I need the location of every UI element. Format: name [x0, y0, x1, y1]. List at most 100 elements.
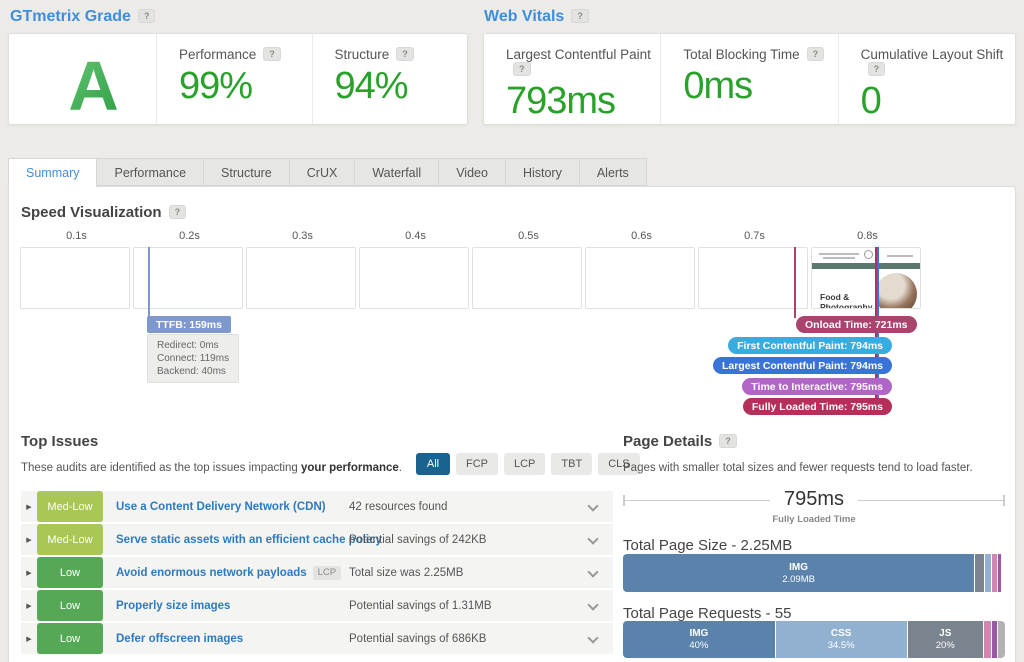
- help-icon[interactable]: ?: [868, 62, 886, 76]
- summary-panel: Speed Visualization? 0.1s 0.2s 0.3s 0.4s…: [8, 186, 1016, 662]
- help-icon[interactable]: ?: [263, 47, 281, 61]
- web-vitals-heading: Web Vitals?: [484, 8, 589, 26]
- tab-structure[interactable]: Structure: [203, 158, 289, 186]
- onload-time-badge[interactable]: Onload Time: 721ms: [796, 316, 917, 333]
- issue-title-link[interactable]: Serve static assets with an efficient ca…: [116, 534, 382, 546]
- tab-performance[interactable]: Performance: [96, 158, 203, 186]
- tab-video[interactable]: Video: [438, 158, 505, 186]
- issue-row[interactable]: ▶ Low Avoid enormous network payloads LC…: [21, 557, 613, 588]
- fully-loaded-time-label: Fully Loaded Time: [772, 514, 855, 525]
- total-page-size-title: Total Page Size - 2.25MB: [623, 537, 792, 554]
- grade-letter-cell: A: [9, 34, 156, 124]
- help-icon[interactable]: ?: [807, 47, 825, 61]
- ttfb-badge[interactable]: TTFB: 159ms: [147, 316, 231, 333]
- help-icon[interactable]: ?: [169, 205, 187, 219]
- tick-label: 0.1s: [20, 230, 133, 242]
- tab-waterfall[interactable]: Waterfall: [354, 158, 438, 186]
- lcp-label: Largest Contentful Paint: [506, 47, 651, 62]
- bar-segment: IMG2.09MB: [623, 554, 975, 592]
- issue-row[interactable]: ▶ Med-Low Use a Content Delivery Network…: [21, 491, 613, 522]
- help-icon[interactable]: ?: [138, 9, 156, 23]
- fully-loaded-time-badge[interactable]: Fully Loaded Time: 795ms: [743, 398, 892, 415]
- filmstrip-frame: [472, 247, 582, 309]
- tick-label: 0.3s: [246, 230, 359, 242]
- filter-lcp-button[interactable]: LCP: [504, 453, 545, 475]
- report-tabs: Summary Performance Structure CrUX Water…: [8, 158, 647, 187]
- severity-badge: Med-Low: [37, 491, 103, 522]
- expand-arrow-icon[interactable]: ▶: [21, 635, 37, 643]
- issue-detail: Potential savings of 242KB: [349, 534, 486, 546]
- cls-metric: Cumulative Layout Shift? 0: [838, 34, 1015, 124]
- cls-value: 0: [861, 80, 1015, 123]
- expand-arrow-icon[interactable]: ▶: [21, 503, 37, 511]
- tab-history[interactable]: History: [505, 158, 579, 186]
- onload-marker-line: [794, 247, 796, 318]
- tab-alerts[interactable]: Alerts: [579, 158, 647, 186]
- bar-segment: IMG40%: [623, 621, 776, 658]
- largest-contentful-paint-badge[interactable]: Largest Contentful Paint: 794ms: [713, 357, 892, 374]
- issue-title-link[interactable]: Properly size images: [116, 600, 230, 612]
- help-icon[interactable]: ?: [719, 434, 737, 448]
- issue-row[interactable]: ▶ Med-Low Serve static assets with an ef…: [21, 524, 613, 555]
- filmstrip: Food & Photography: [20, 247, 921, 309]
- chevron-down-icon[interactable]: [587, 632, 598, 643]
- bar-segment: [975, 554, 985, 592]
- lcp-value: 793ms: [506, 80, 660, 123]
- thumbnail-text-line: [823, 257, 855, 259]
- description-text: .: [399, 462, 402, 474]
- tick-label: 0.8s: [811, 230, 924, 242]
- help-icon[interactable]: ?: [513, 62, 531, 76]
- expand-arrow-icon[interactable]: ▶: [21, 536, 37, 544]
- chevron-down-icon[interactable]: [587, 533, 598, 544]
- help-icon[interactable]: ?: [396, 47, 414, 61]
- grade-card: A Performance? 99% Structure? 94%: [8, 33, 468, 125]
- tab-summary[interactable]: Summary: [8, 158, 96, 187]
- speed-visualization-heading: Speed Visualization?: [21, 204, 186, 221]
- bar-segment: [985, 554, 992, 592]
- fully-loaded-time-value: 795ms: [770, 488, 858, 511]
- time-to-interactive-badge[interactable]: Time to Interactive: 795ms: [742, 378, 892, 395]
- redirect-time: Redirect: 0ms: [157, 339, 229, 352]
- timeline-axis: 0.1s 0.2s 0.3s 0.4s 0.5s 0.6s 0.7s 0.8s: [20, 230, 924, 242]
- issue-row[interactable]: ▶ Low Defer offscreen images Potential s…: [21, 623, 613, 654]
- filter-fcp-button[interactable]: FCP: [456, 453, 498, 475]
- gauge-tick: [623, 495, 625, 506]
- issue-filters: All FCP LCP TBT CLS: [416, 453, 640, 475]
- page-details-description: Pages with smaller total sizes and fewer…: [623, 462, 973, 474]
- tick-label: 0.6s: [585, 230, 698, 242]
- page-details-heading: Page Details?: [623, 433, 737, 450]
- help-icon[interactable]: ?: [571, 9, 589, 23]
- gauge-tick: [1003, 495, 1005, 506]
- expand-arrow-icon[interactable]: ▶: [21, 569, 37, 577]
- page-size-bar[interactable]: IMG2.09MB: [623, 554, 1005, 592]
- issue-row[interactable]: ▶ Low Properly size images Potential sav…: [21, 590, 613, 621]
- page-details-title: Page Details: [623, 433, 712, 450]
- top-issues-description: These audits are identified as the top i…: [21, 462, 402, 474]
- page-requests-bar[interactable]: IMG40%CSS34.5%JS20%: [623, 621, 1005, 658]
- tick-label: 0.2s: [133, 230, 246, 242]
- loaded-time-gauge: 795ms Fully Loaded Time: [623, 487, 1005, 523]
- filter-all-button[interactable]: All: [416, 453, 450, 475]
- ttfb-details-box: Redirect: 0ms Connect: 119ms Backend: 40…: [147, 334, 239, 383]
- issue-detail: 42 resources found: [349, 501, 447, 513]
- chevron-down-icon[interactable]: [587, 566, 598, 577]
- speed-visualization-title: Speed Visualization: [21, 204, 162, 221]
- lcp-metric: Largest Contentful Paint? 793ms: [484, 34, 660, 124]
- issue-title-link[interactable]: Avoid enormous network payloads: [116, 567, 307, 579]
- chevron-down-icon[interactable]: [587, 500, 598, 511]
- tab-crux[interactable]: CrUX: [289, 158, 355, 186]
- issue-title-link[interactable]: Defer offscreen images: [116, 633, 243, 645]
- bar-segment: [984, 621, 992, 658]
- issue-title-link[interactable]: Use a Content Delivery Network (CDN): [116, 501, 326, 513]
- web-vitals-card: Largest Contentful Paint? 793ms Total Bl…: [483, 33, 1016, 125]
- thumbnail-nav-bar: [812, 263, 920, 269]
- structure-label: Structure: [335, 47, 390, 62]
- filmstrip-frame: [585, 247, 695, 309]
- thumbnail-logo: [864, 250, 873, 259]
- chevron-down-icon[interactable]: [587, 599, 598, 610]
- bar-segment: [998, 554, 1001, 592]
- first-contentful-paint-badge[interactable]: First Contentful Paint: 794ms: [728, 337, 892, 354]
- filter-tbt-button[interactable]: TBT: [551, 453, 592, 475]
- expand-arrow-icon[interactable]: ▶: [21, 602, 37, 610]
- bar-segment: JS20%: [908, 621, 984, 658]
